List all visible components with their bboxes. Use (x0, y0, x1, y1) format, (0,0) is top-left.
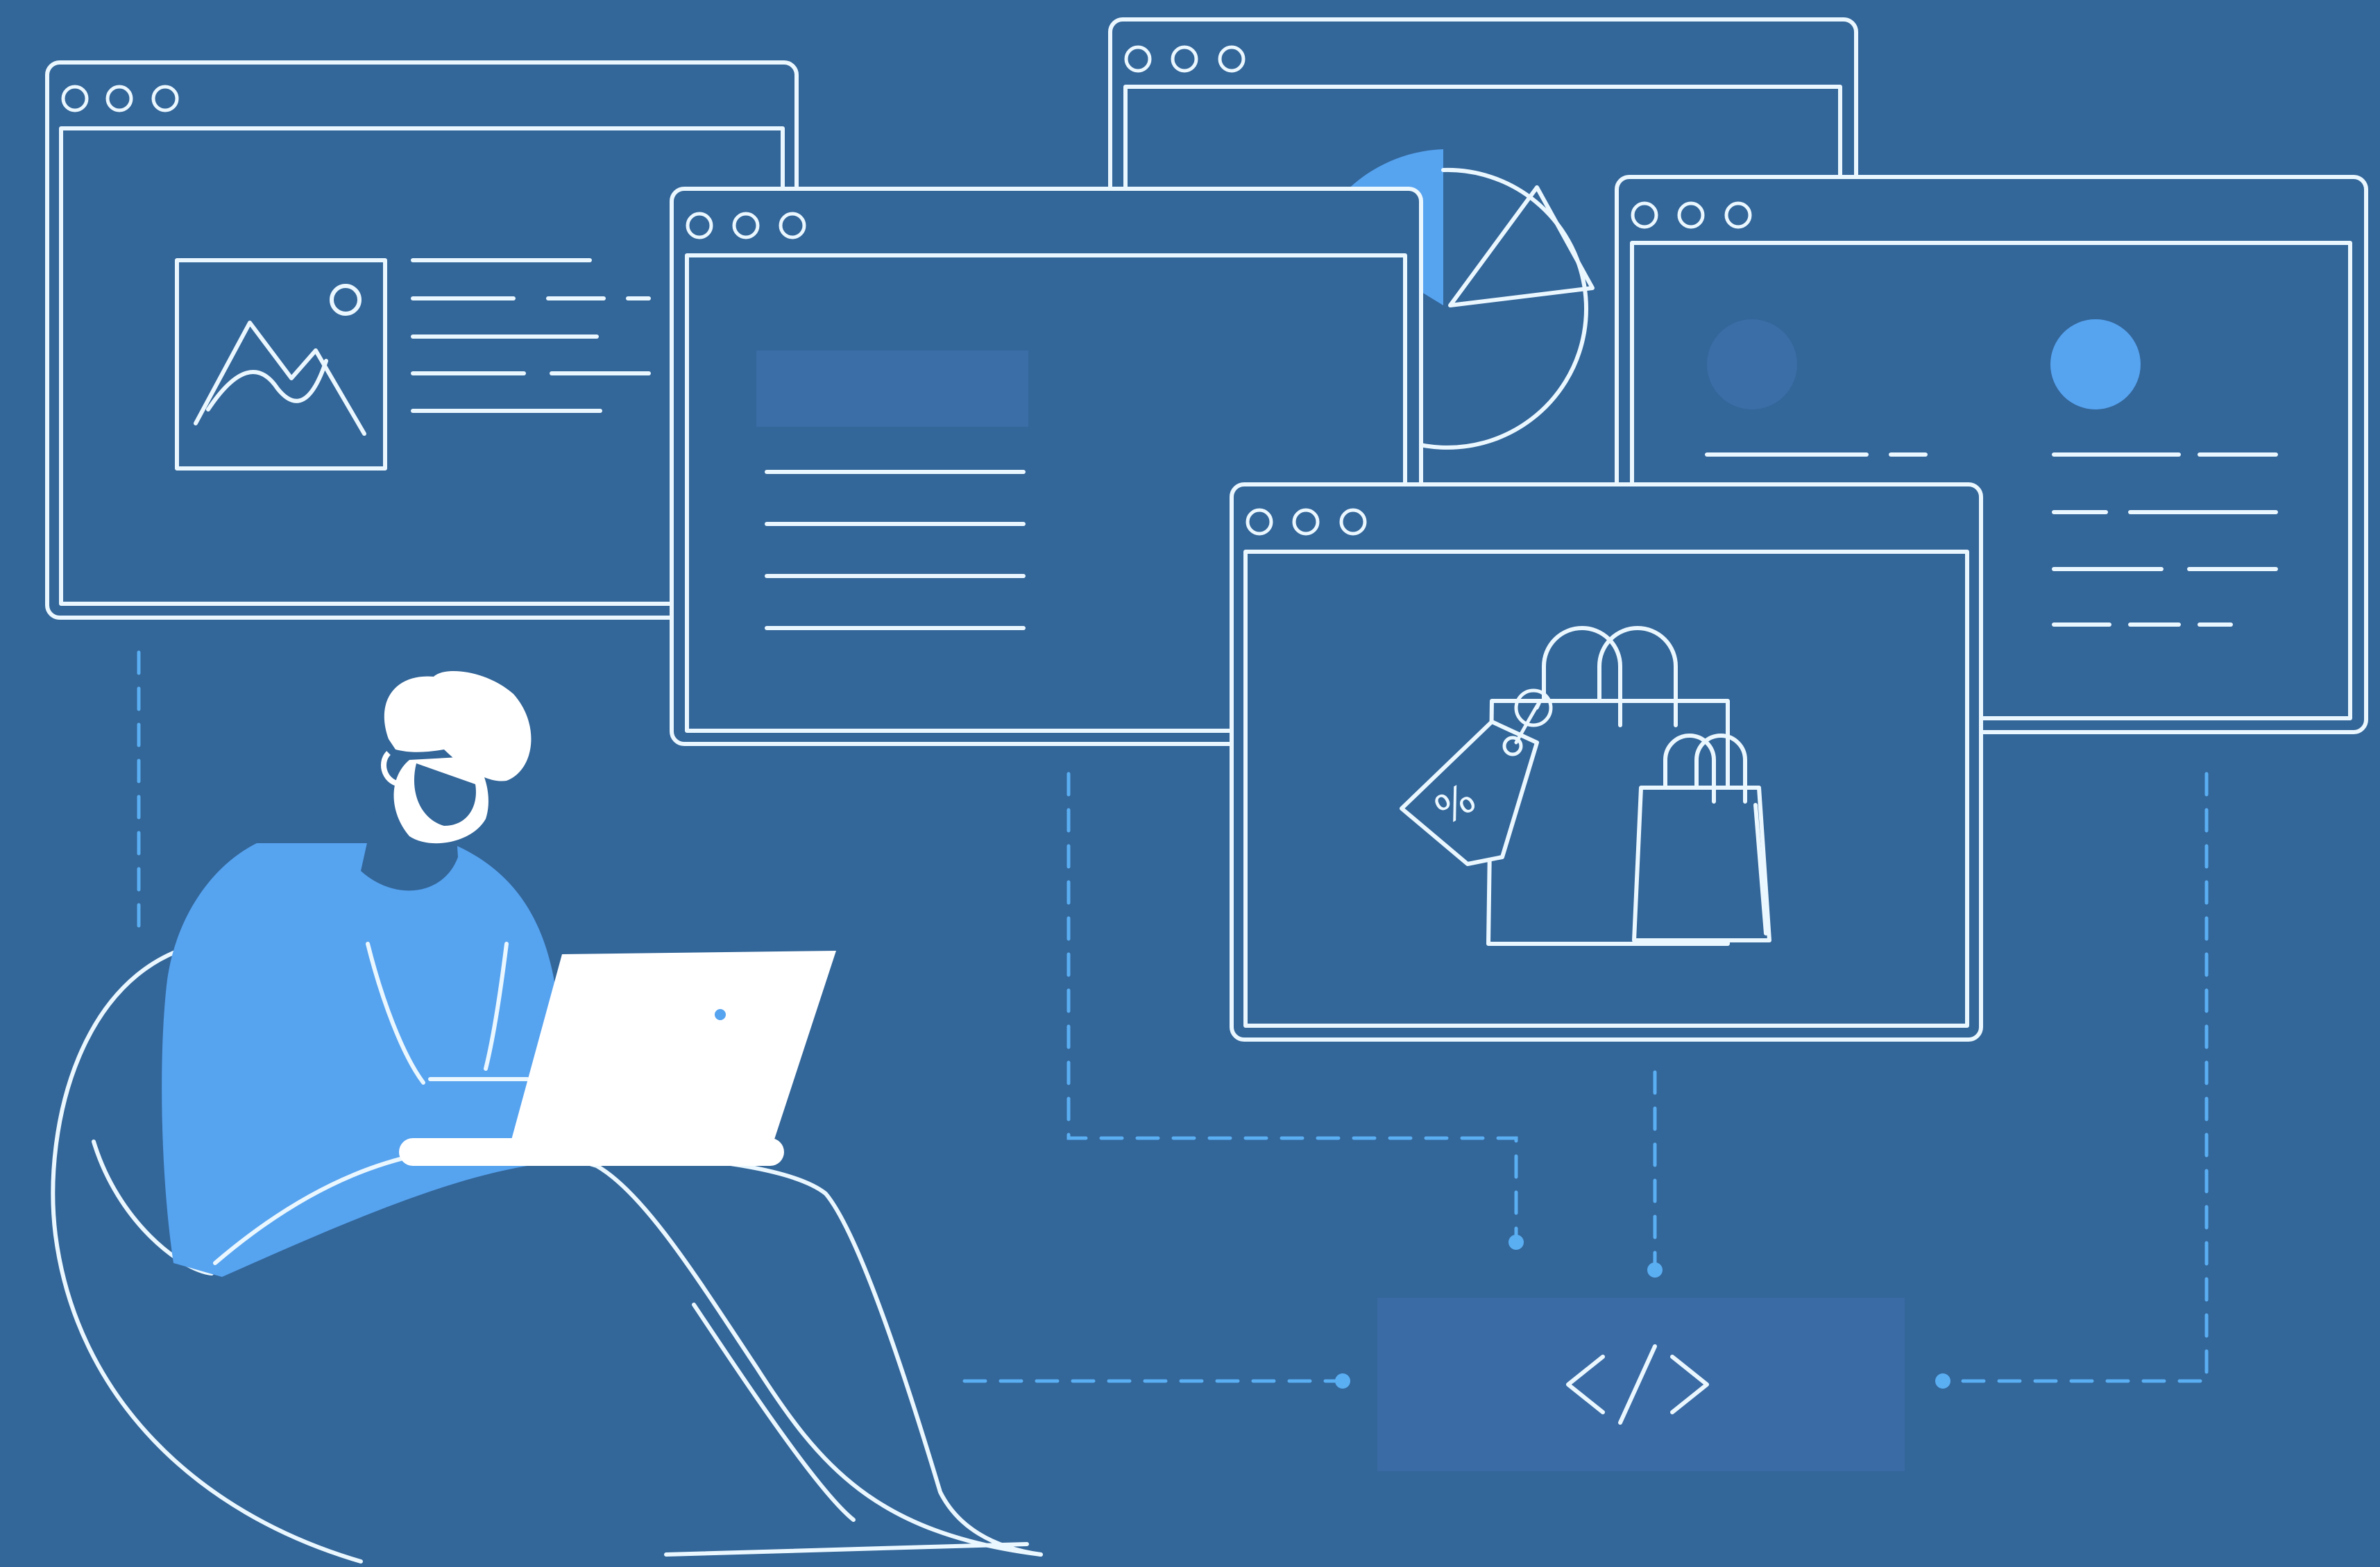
window-shop: % (1230, 482, 1983, 1042)
connector-dot (1647, 1262, 1663, 1278)
illustration: % (0, 0, 2380, 1567)
connector-dot (1935, 1373, 1950, 1389)
connector-dot (1508, 1235, 1524, 1250)
heading-block (756, 350, 1028, 427)
avatar-icon (2050, 319, 2141, 409)
avatar-icon (1707, 319, 1797, 409)
connector-dot (1335, 1373, 1350, 1389)
code-box (1377, 1298, 1905, 1471)
code-box-bg (1377, 1298, 1905, 1471)
